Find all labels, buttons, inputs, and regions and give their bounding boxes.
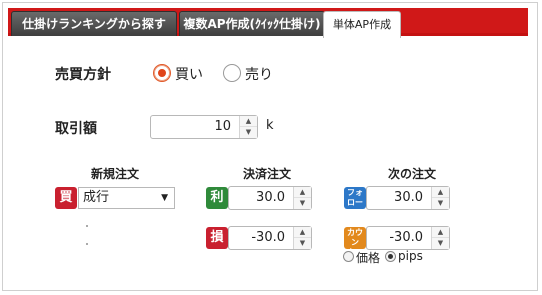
side-label: 売買方針 <box>55 67 111 83</box>
amount-unit: k <box>266 118 274 133</box>
order-type-select[interactable]: 成行 ▼ <box>78 187 175 209</box>
loss-badge-icon: 損 <box>206 227 228 249</box>
counter-down-button[interactable]: ▼ <box>432 238 449 249</box>
follow-stepper[interactable]: 30.0 ▲ ▼ <box>366 186 450 210</box>
loss-stepper[interactable]: -30.0 ▲ ▼ <box>228 226 312 250</box>
divider-dot <box>86 225 88 227</box>
amount-stepper[interactable]: 10 ▲ ▼ <box>150 115 258 139</box>
settle-order-header: 決済注文 <box>242 167 291 181</box>
profit-stepper[interactable]: 30.0 ▲ ▼ <box>228 186 312 210</box>
profit-value[interactable]: 30.0 <box>233 187 285 209</box>
profit-spin-buttons: ▲ ▼ <box>293 187 311 209</box>
next-order-header: 次の注文 <box>387 167 436 181</box>
follow-value[interactable]: 30.0 <box>371 187 423 209</box>
tab-ranking[interactable]: 仕掛けランキングから探す <box>11 11 177 36</box>
amount-spin-buttons: ▲ ▼ <box>239 116 257 138</box>
price-radio[interactable] <box>343 251 354 262</box>
follow-spin-buttons: ▲ ▼ <box>431 187 449 209</box>
new-order-header: 新規注文 <box>90 167 139 181</box>
tab-bar: 仕掛けランキングから探す 複数AP作成(ｸｲｯｸ仕掛け) 単体AP作成 <box>8 8 528 38</box>
tab-single-ap[interactable]: 単体AP作成 <box>323 11 401 38</box>
price-label: 価格 <box>356 251 381 265</box>
counter-badge-icon: カウン ター <box>344 227 366 257</box>
profit-down-button[interactable]: ▼ <box>294 198 311 209</box>
counter-stepper[interactable]: -30.0 ▲ ▼ <box>366 226 450 250</box>
chevron-down-icon: ▼ <box>161 193 168 203</box>
loss-value[interactable]: -30.0 <box>233 227 285 249</box>
counter-spin-buttons: ▲ ▼ <box>431 227 449 249</box>
amount-label: 取引額 <box>55 121 97 137</box>
profit-badge-icon: 利 <box>206 187 228 209</box>
loss-spin-buttons: ▲ ▼ <box>293 227 311 249</box>
profit-up-button[interactable]: ▲ <box>294 187 311 198</box>
buy-radio[interactable] <box>153 64 171 82</box>
follow-badge-icon: フォ ロー <box>344 187 366 209</box>
amount-up-button[interactable]: ▲ <box>240 116 257 127</box>
tab-multi-ap[interactable]: 複数AP作成(ｸｲｯｸ仕掛け) <box>179 11 325 36</box>
order-type-value: 成行 <box>83 190 110 205</box>
follow-down-button[interactable]: ▼ <box>432 198 449 209</box>
sell-radio[interactable] <box>223 64 241 82</box>
sell-label: 売り <box>245 67 273 83</box>
follow-up-button[interactable]: ▲ <box>432 187 449 198</box>
amount-down-button[interactable]: ▼ <box>240 127 257 138</box>
buy-label: 買い <box>175 67 203 83</box>
divider-dot <box>86 243 88 245</box>
counter-value[interactable]: -30.0 <box>371 227 423 249</box>
loss-up-button[interactable]: ▲ <box>294 227 311 238</box>
counter-up-button[interactable]: ▲ <box>432 227 449 238</box>
pips-label: pips <box>398 249 423 263</box>
amount-value[interactable]: 10 <box>155 116 231 138</box>
pips-radio[interactable] <box>385 251 396 262</box>
buy-badge-icon: 買 <box>55 187 77 209</box>
loss-down-button[interactable]: ▼ <box>294 238 311 249</box>
